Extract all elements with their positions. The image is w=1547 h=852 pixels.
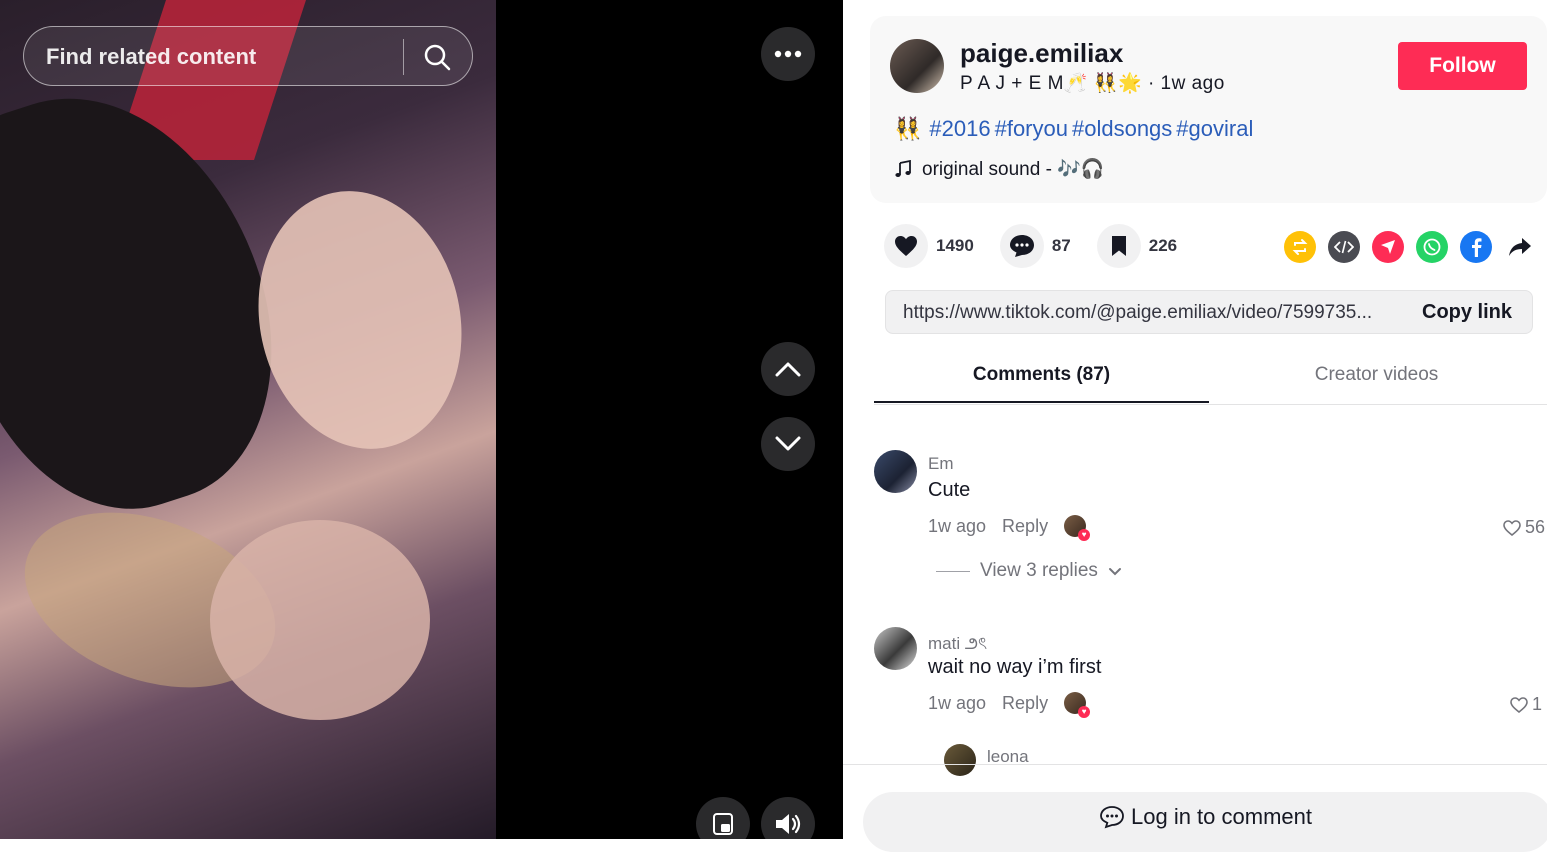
comment-meta: 1w ago Reply ♥ — [928, 692, 1091, 718]
mini-player-button[interactable] — [696, 797, 750, 839]
like-button[interactable]: 1490 — [884, 224, 974, 268]
whatsapp-icon[interactable] — [1416, 231, 1448, 263]
commenter-name[interactable]: Em — [928, 454, 954, 474]
copy-link-button[interactable]: Copy link — [1422, 301, 1512, 324]
save-count: 226 — [1148, 236, 1178, 255]
login-label: Log in to comment — [1131, 804, 1312, 829]
sound-label: original sound - 🎶🎧 — [922, 159, 1105, 180]
search-input[interactable]: Find related content — [46, 44, 256, 70]
heart-outline-icon — [1503, 519, 1521, 536]
embed-icon[interactable] — [1328, 231, 1360, 263]
next-video-button[interactable] — [761, 417, 815, 471]
chevron-down-icon — [1108, 567, 1121, 575]
comment-like-button[interactable]: 56 — [1503, 517, 1545, 538]
heart-outline-icon — [1510, 696, 1528, 713]
commenter-avatar[interactable] — [944, 744, 976, 776]
comment-like-button[interactable]: 1 — [1510, 694, 1542, 715]
tab-comments[interactable]: Comments (87) — [874, 364, 1209, 386]
hashtag-link[interactable]: #goviral — [1176, 116, 1253, 141]
commenter-name[interactable]: mati ౨ৎ — [928, 631, 987, 659]
engagement-stats: 1490 87 226 — [884, 224, 1203, 268]
more-options-button[interactable] — [761, 27, 815, 81]
heart-icon — [895, 236, 917, 256]
commenter-avatar[interactable] — [874, 450, 917, 493]
comment-count: 87 — [1051, 236, 1071, 255]
volume-icon — [776, 814, 801, 834]
copy-link-box: https://www.tiktok.com/@paige.emiliax/vi… — [885, 290, 1533, 334]
search-icon[interactable] — [421, 41, 453, 73]
author-subtitle: P A J + E M🥂 👯‍♀️🌟 · 1w ago — [960, 71, 1225, 95]
sound-link[interactable]: original sound - 🎶🎧 — [894, 157, 1105, 181]
commenter-avatar[interactable] — [874, 627, 917, 670]
comment-text: wait no way i’m first — [928, 656, 1102, 678]
caption: 👯‍♀️ #2016 #foryou #oldsongs #goviral — [894, 116, 1257, 142]
comment-icon — [1100, 806, 1124, 829]
author-avatar[interactable] — [890, 39, 944, 93]
active-tab-indicator — [874, 401, 1209, 403]
details-panel: paige.emiliax P A J + E M🥂 👯‍♀️🌟 · 1w ag… — [843, 0, 1547, 852]
comment-icon — [1009, 235, 1034, 257]
post-info-card: paige.emiliax P A J + E M🥂 👯‍♀️🌟 · 1w ag… — [870, 16, 1547, 203]
heart-icon: ♥ — [1078, 706, 1091, 718]
comment-tabs: Comments (87) Creator videos — [874, 360, 1547, 405]
creator-liked-badge: ♥ — [1064, 692, 1091, 718]
more-icon — [774, 50, 802, 58]
hashtag-link[interactable]: #2016 — [929, 116, 990, 141]
hashtag-link[interactable]: #foryou — [995, 116, 1068, 141]
share-arrow-icon[interactable] — [1504, 231, 1536, 263]
video-panel: Find related content — [0, 0, 843, 839]
caption-emoji: 👯‍♀️ — [894, 116, 922, 141]
video-url: https://www.tiktok.com/@paige.emiliax/vi… — [903, 302, 1373, 323]
creator-liked-badge: ♥ — [1064, 515, 1091, 541]
share-options — [1284, 231, 1536, 263]
author-nickname: P A J + E M🥂 👯‍♀️🌟 — [960, 73, 1143, 94]
tab-creator-videos[interactable]: Creator videos — [1209, 364, 1544, 386]
floating-player-icon — [713, 813, 733, 835]
view-replies-label: View 3 replies — [980, 560, 1098, 581]
follow-button[interactable]: Follow — [1398, 42, 1527, 90]
facebook-icon[interactable] — [1460, 231, 1492, 263]
save-button[interactable]: 226 — [1096, 224, 1178, 268]
login-to-comment-button[interactable]: Log in to comment — [863, 792, 1547, 852]
repost-icon[interactable] — [1284, 231, 1316, 263]
search-divider — [403, 39, 404, 75]
chevron-up-icon — [775, 362, 801, 377]
post-time: · 1w ago — [1147, 73, 1225, 94]
send-icon[interactable] — [1372, 231, 1404, 263]
comment-text: Cute — [928, 479, 971, 501]
music-note-icon — [895, 160, 911, 177]
heart-icon: ♥ — [1078, 529, 1091, 541]
view-replies-button[interactable]: View 3 replies — [936, 560, 1122, 582]
comment-divider — [843, 764, 1547, 765]
comment-meta: 1w ago Reply ♥ — [928, 515, 1091, 541]
volume-button[interactable] — [761, 797, 815, 839]
like-count: 1490 — [936, 236, 974, 255]
author-username[interactable]: paige.emiliax — [960, 38, 1123, 69]
comment-button[interactable]: 87 — [999, 224, 1071, 268]
replies-line — [936, 570, 970, 572]
reply-button[interactable]: Reply — [1002, 693, 1048, 714]
search-bar[interactable]: Find related content — [23, 26, 473, 86]
reply-button[interactable]: Reply — [1002, 516, 1048, 537]
comment-like-count: 56 — [1525, 517, 1546, 537]
hashtag-link[interactable]: #oldsongs — [1072, 116, 1172, 141]
previous-video-button[interactable] — [761, 342, 815, 396]
comment-like-count: 1 — [1532, 694, 1543, 714]
comment-time: 1w ago — [928, 692, 987, 713]
comment-time: 1w ago — [928, 515, 987, 536]
video-player[interactable] — [0, 0, 496, 839]
bookmark-icon — [1111, 236, 1126, 256]
chevron-down-icon — [775, 436, 801, 451]
